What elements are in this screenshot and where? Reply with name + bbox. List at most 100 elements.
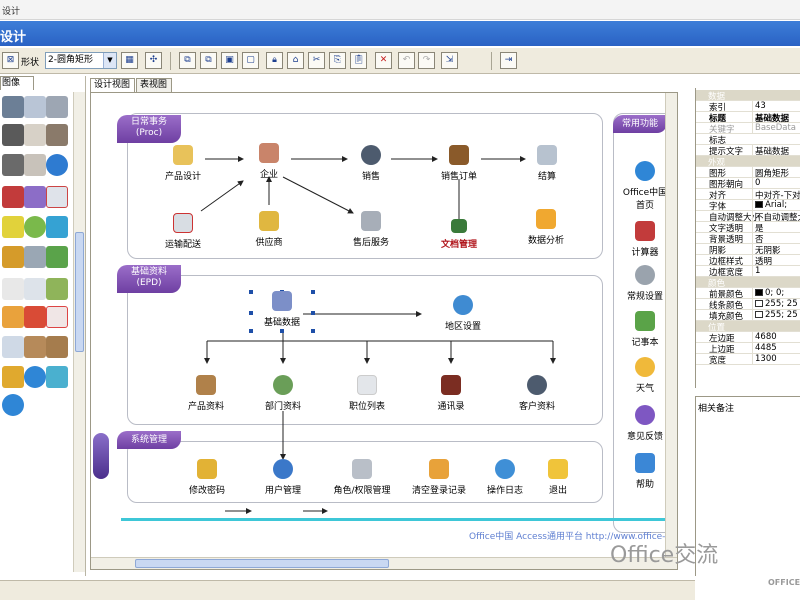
- property-row[interactable]: 宽度 1300: [696, 354, 800, 366]
- property-row[interactable]: 索引 43: [696, 101, 800, 113]
- undo-icon[interactable]: ↶: [398, 52, 415, 69]
- node-change-password[interactable]: 修改密码: [185, 459, 229, 496]
- office-logo-icon[interactable]: [24, 306, 46, 328]
- node-role-permission[interactable]: 角色/权限管理: [329, 459, 395, 496]
- property-value[interactable]: 43: [752, 101, 800, 111]
- pie-chart-icon[interactable]: [24, 216, 46, 238]
- scrollbar-thumb[interactable]: [75, 232, 84, 352]
- person-image-icon[interactable]: [2, 124, 24, 146]
- tab-images[interactable]: 图像: [0, 76, 34, 90]
- person-image-icon[interactable]: [2, 96, 24, 118]
- node-customer-info[interactable]: 客户资料: [509, 375, 565, 412]
- exit-icon[interactable]: ⇥: [500, 52, 517, 69]
- node-position-list[interactable]: 职位列表: [341, 375, 393, 412]
- property-value[interactable]: 1: [752, 266, 800, 276]
- node-user-management[interactable]: 用户管理: [259, 459, 307, 496]
- property-row[interactable]: 背景透明否: [696, 233, 800, 245]
- shape-select[interactable]: 2-圆角矩形 ▼: [45, 52, 117, 69]
- node-calculator[interactable]: 计算器: [623, 221, 667, 258]
- property-value[interactable]: 255; 25: [752, 310, 800, 320]
- node-feedback[interactable]: 意见反馈: [623, 405, 667, 442]
- copy-icon[interactable]: ⎘: [329, 52, 346, 69]
- tab-table-view[interactable]: 表视图: [136, 78, 172, 92]
- property-value[interactable]: Arial;: [752, 200, 800, 210]
- property-row[interactable]: 上边距 4485: [696, 343, 800, 355]
- node-logout[interactable]: 退出: [543, 459, 573, 496]
- node-sales[interactable]: 销售: [351, 145, 391, 182]
- canvas-horizontal-scrollbar[interactable]: [91, 557, 677, 569]
- property-row[interactable]: 标题 基础数据: [696, 112, 800, 124]
- node-office-home[interactable]: Office中国 首页: [619, 161, 671, 211]
- node-doc-management[interactable]: 文档管理: [431, 219, 487, 250]
- globe-icon[interactable]: [46, 154, 68, 176]
- property-row[interactable]: 边框样式 透明: [696, 255, 800, 267]
- tab-design-view[interactable]: 设计视图: [90, 78, 135, 93]
- node-data-analysis[interactable]: 数据分析: [521, 209, 571, 246]
- node-basic-data[interactable]: 基础数据: [253, 291, 311, 328]
- shape-tool-icon[interactable]: ⊠: [2, 52, 19, 69]
- property-value[interactable]: 4680: [752, 332, 800, 342]
- send-back-icon[interactable]: ⧉: [200, 52, 217, 69]
- weather-icon[interactable]: [2, 366, 24, 388]
- person-image-icon[interactable]: [46, 96, 68, 118]
- canvas-vertical-scrollbar[interactable]: [665, 93, 677, 557]
- property-value[interactable]: 4485: [752, 343, 800, 353]
- property-row[interactable]: 提示文字 基础数据: [696, 145, 800, 157]
- chat-icon[interactable]: [46, 366, 68, 388]
- node-common-settings[interactable]: 常规设置: [623, 265, 667, 302]
- image-panel-scrollbar[interactable]: [73, 92, 85, 572]
- person-image-icon[interactable]: [2, 154, 24, 176]
- office-icon[interactable]: [2, 306, 24, 328]
- person-image-icon[interactable]: [24, 124, 46, 146]
- node-notepad[interactable]: 记事本: [623, 311, 667, 348]
- calculator-icon[interactable]: [24, 186, 46, 208]
- property-value[interactable]: 1300: [752, 354, 800, 364]
- office-china-icon[interactable]: [46, 306, 68, 328]
- node-operation-log[interactable]: 操作日志: [483, 459, 527, 496]
- person-image-icon[interactable]: [46, 124, 68, 146]
- info-icon[interactable]: [24, 366, 46, 388]
- property-row[interactable]: 线条颜色 255; 25: [696, 299, 800, 311]
- bottle-icon[interactable]: [2, 336, 24, 358]
- scrollbar-thumb[interactable]: [135, 559, 389, 568]
- unlock-icon[interactable]: ⌂: [287, 52, 304, 69]
- property-row[interactable]: 图形朝向 0: [696, 178, 800, 190]
- group-icon[interactable]: ▣: [221, 52, 238, 69]
- node-address-book[interactable]: 通讯录: [429, 375, 473, 412]
- property-value[interactable]: 255; 25: [752, 299, 800, 309]
- node-sales-order[interactable]: 销售订单: [431, 145, 487, 182]
- snap-icon[interactable]: ✣: [145, 52, 162, 69]
- node-settlement[interactable]: 结算: [527, 145, 567, 182]
- bring-front-icon[interactable]: ⧉: [179, 52, 196, 69]
- property-row[interactable]: 前景颜色 0; 0;: [696, 288, 800, 300]
- property-row[interactable]: 阴影 无阴影: [696, 244, 800, 256]
- property-row[interactable]: 字体 Arial;: [696, 200, 800, 212]
- property-value[interactable]: BaseData: [752, 123, 800, 133]
- group-common-tag[interactable]: 常用功能: [613, 115, 667, 133]
- book-icon[interactable]: [2, 186, 24, 208]
- property-value[interactable]: 0: [752, 178, 800, 188]
- ungroup-icon[interactable]: ▢: [242, 52, 259, 69]
- tools-icon[interactable]: [2, 246, 24, 268]
- cut-icon[interactable]: ✂: [308, 52, 325, 69]
- document-icon[interactable]: [2, 278, 24, 300]
- property-row[interactable]: 文字透明是: [696, 222, 800, 234]
- node-weather[interactable]: 天气: [623, 357, 667, 394]
- redo-icon[interactable]: ↷: [418, 52, 435, 69]
- folder-icon[interactable]: [2, 216, 24, 238]
- node-enterprise[interactable]: 企业: [249, 143, 289, 180]
- node-transport[interactable]: 运输配送: [159, 213, 207, 250]
- node-clear-login-records[interactable]: 清空登录记录: [407, 459, 471, 496]
- list-icon[interactable]: [46, 216, 68, 238]
- help-icon[interactable]: [2, 394, 24, 416]
- person-image-icon[interactable]: [24, 96, 46, 118]
- tree-icon[interactable]: [46, 246, 68, 268]
- property-row[interactable]: 填充颜色 255; 25: [696, 310, 800, 322]
- node-after-sales[interactable]: 售后服务: [345, 211, 397, 248]
- property-row[interactable]: 对齐中对齐-下对齐: [696, 189, 800, 201]
- property-row[interactable]: 标志: [696, 134, 800, 146]
- paste-icon[interactable]: 📋︎: [350, 52, 367, 69]
- wrench-icon[interactable]: [24, 246, 46, 268]
- node-product-info[interactable]: 产品资料: [181, 375, 231, 412]
- node-product-design[interactable]: 产品设计: [159, 145, 207, 182]
